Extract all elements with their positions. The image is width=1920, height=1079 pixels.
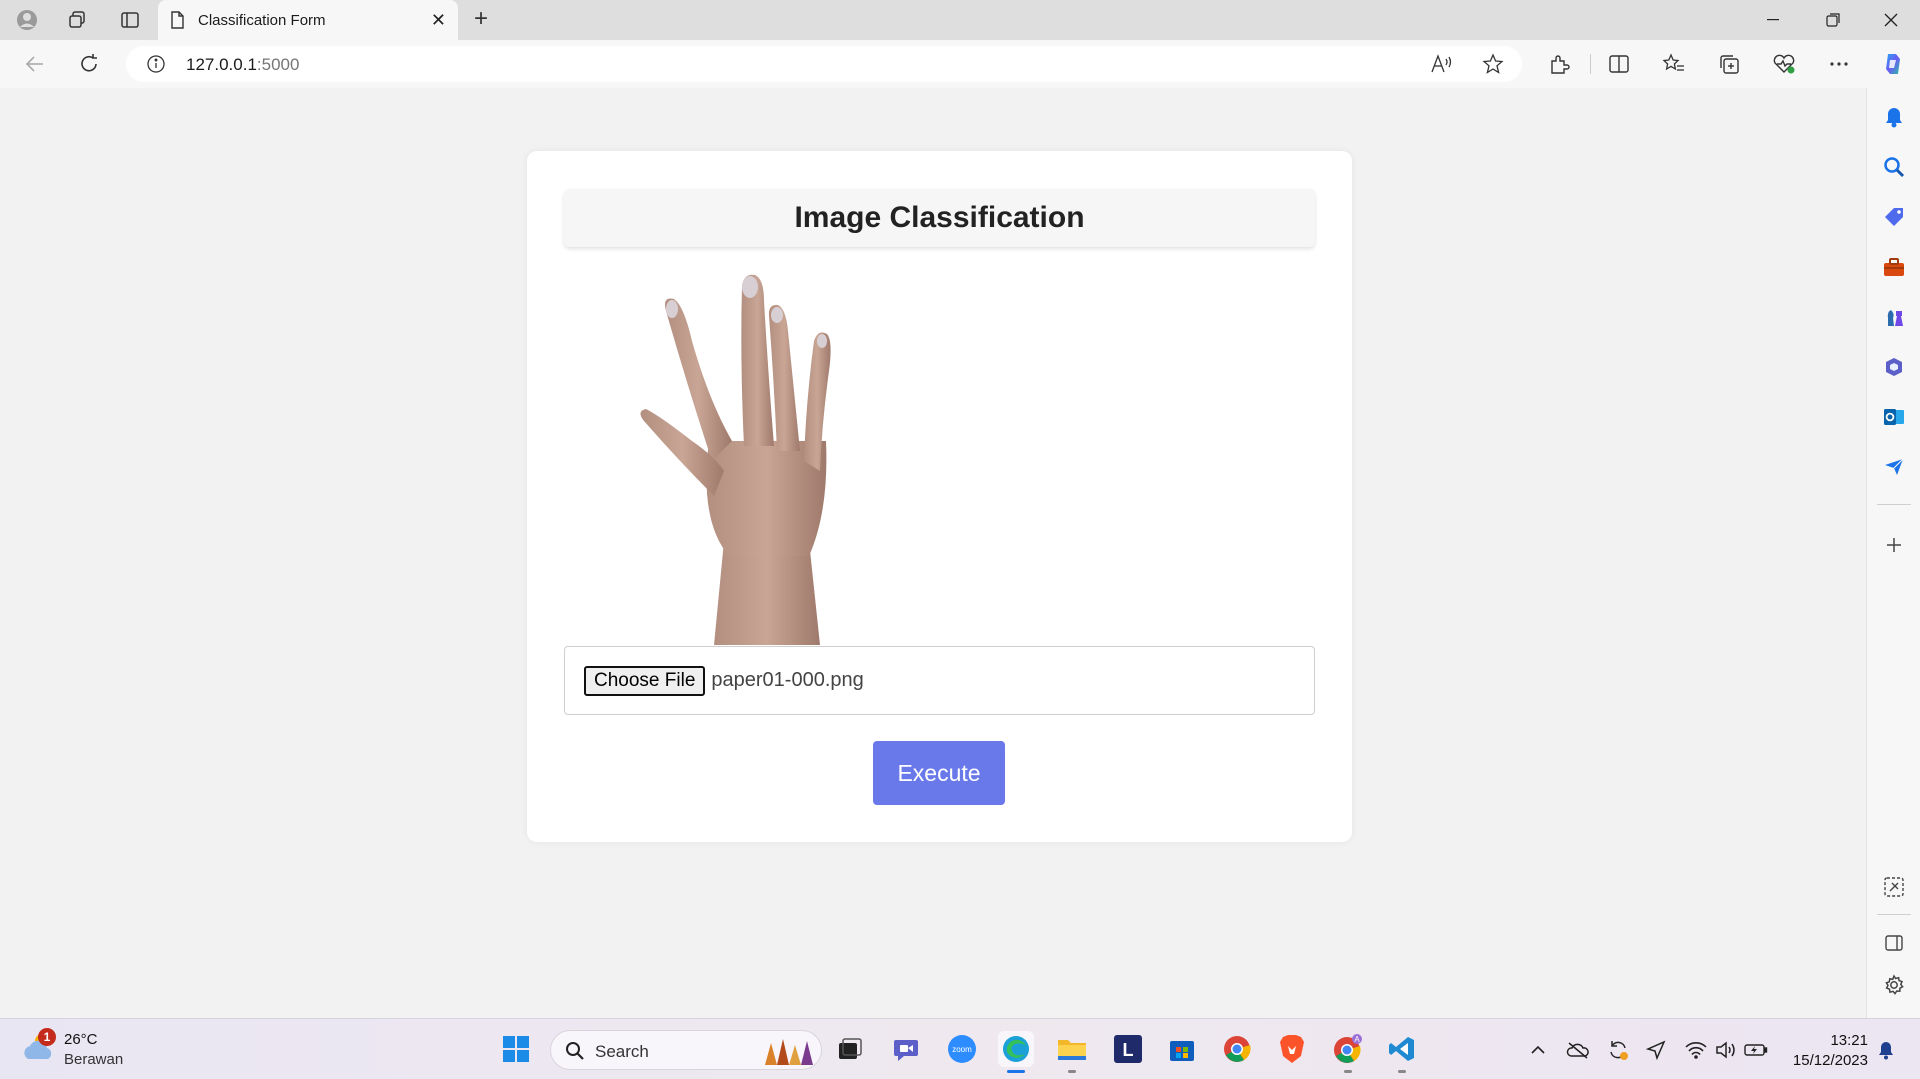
back-button[interactable] bbox=[18, 48, 52, 80]
svg-text:L: L bbox=[1123, 1040, 1134, 1060]
onedrive-offline-icon[interactable] bbox=[1566, 1039, 1590, 1061]
settings-gear-icon[interactable] bbox=[1879, 970, 1909, 1000]
tab-close-icon[interactable]: ✕ bbox=[431, 10, 446, 31]
site-info-icon[interactable] bbox=[146, 54, 166, 79]
running-indicator bbox=[1344, 1070, 1352, 1073]
svg-text:A: A bbox=[1354, 1035, 1360, 1044]
weather-alert-badge: 1 bbox=[38, 1028, 56, 1046]
browser-tab[interactable]: Classification Form ✕ bbox=[158, 0, 458, 40]
selected-file-name: paper01-000.png bbox=[711, 669, 864, 691]
clock-date[interactable]: 15/12/2023 bbox=[1786, 1052, 1868, 1069]
collections-icon[interactable] bbox=[1712, 48, 1746, 80]
favorite-star-icon[interactable] bbox=[1482, 53, 1504, 80]
read-aloud-icon[interactable] bbox=[1430, 53, 1454, 80]
taskbar-search[interactable]: Search bbox=[550, 1030, 822, 1070]
microsoft-store-icon[interactable] bbox=[1164, 1031, 1200, 1067]
active-indicator bbox=[1007, 1070, 1025, 1073]
vscode-icon[interactable] bbox=[1384, 1031, 1420, 1073]
clock-time[interactable]: 13:21 bbox=[1828, 1032, 1868, 1049]
sync-update-icon[interactable] bbox=[1606, 1039, 1630, 1061]
wifi-icon[interactable] bbox=[1684, 1039, 1708, 1061]
split-screen-icon[interactable] bbox=[1602, 48, 1636, 80]
url-host: 127.0.0.1 bbox=[186, 55, 257, 74]
volume-icon[interactable] bbox=[1714, 1039, 1738, 1061]
weather-temperature[interactable]: 26°C bbox=[64, 1031, 98, 1048]
extensions-icon[interactable] bbox=[1542, 48, 1576, 80]
restore-button[interactable] bbox=[1804, 0, 1862, 40]
search-highlight-icon bbox=[765, 1039, 813, 1065]
notifications-bell-icon[interactable] bbox=[1879, 102, 1909, 132]
teams-chat-icon[interactable] bbox=[888, 1031, 924, 1067]
sidebar-divider-bottom bbox=[1877, 914, 1911, 915]
l-app-icon[interactable]: L bbox=[1110, 1031, 1146, 1067]
microsoft-365-icon[interactable] bbox=[1879, 352, 1909, 382]
show-hidden-icons-chevron-icon[interactable] bbox=[1526, 1039, 1550, 1061]
shopping-tag-icon[interactable] bbox=[1879, 202, 1909, 232]
search-icon bbox=[566, 1042, 584, 1060]
send-drop-icon[interactable] bbox=[1879, 452, 1909, 482]
browser-titlebar: Classification Form ✕ + bbox=[0, 0, 1920, 40]
image-preview bbox=[564, 271, 944, 645]
edge-sidebar bbox=[1866, 88, 1920, 1018]
page-viewport: Image Classification Choose File paper01… bbox=[4, 88, 1866, 1018]
close-window-button[interactable] bbox=[1862, 0, 1920, 40]
running-indicator bbox=[1068, 1070, 1076, 1073]
location-arrow-icon[interactable] bbox=[1644, 1039, 1668, 1061]
tab-title: Classification Form bbox=[198, 11, 326, 29]
svg-text:zoom: zoom bbox=[952, 1045, 972, 1054]
workspaces-icon[interactable] bbox=[62, 6, 92, 34]
browser-essentials-icon[interactable] bbox=[1767, 48, 1801, 80]
running-indicator bbox=[1398, 1070, 1406, 1073]
new-tab-button[interactable]: + bbox=[466, 6, 496, 34]
add-sidebar-app-icon[interactable] bbox=[1879, 530, 1909, 560]
execute-button[interactable]: Execute bbox=[873, 741, 1005, 805]
choose-file-button[interactable]: Choose File bbox=[584, 665, 706, 696]
search-label: Search bbox=[595, 1042, 649, 1061]
file-explorer-icon[interactable] bbox=[1054, 1031, 1090, 1073]
outlook-icon[interactable] bbox=[1879, 402, 1909, 432]
windows-start-icon[interactable] bbox=[498, 1031, 534, 1067]
search-sidebar-icon[interactable] bbox=[1879, 152, 1909, 182]
page-title: Image Classification bbox=[794, 201, 1085, 234]
chrome-profile-icon[interactable]: A bbox=[1330, 1031, 1366, 1073]
more-options-icon[interactable] bbox=[1822, 48, 1856, 80]
chrome-icon[interactable] bbox=[1219, 1031, 1255, 1067]
sidebar-divider bbox=[1877, 504, 1911, 505]
hide-sidebar-icon[interactable] bbox=[1879, 928, 1909, 958]
games-chess-icon[interactable] bbox=[1879, 302, 1909, 332]
battery-charging-icon[interactable] bbox=[1744, 1039, 1768, 1061]
edge-browser-icon[interactable] bbox=[998, 1031, 1034, 1073]
card-header: Image Classification bbox=[564, 189, 1315, 247]
task-view-icon[interactable] bbox=[832, 1031, 868, 1067]
file-input[interactable]: Choose File paper01-000.png bbox=[564, 646, 1315, 715]
address-bar[interactable]: 127.0.0.1:5000 bbox=[126, 46, 1522, 82]
url-text[interactable]: 127.0.0.1:5000 bbox=[186, 55, 299, 75]
minimize-button[interactable] bbox=[1744, 0, 1802, 40]
notification-center-bell-icon[interactable] bbox=[1874, 1039, 1898, 1061]
weather-description[interactable]: Berawan bbox=[64, 1051, 123, 1068]
url-port: :5000 bbox=[256, 55, 300, 74]
profile-icon[interactable] bbox=[12, 6, 42, 34]
page-icon bbox=[171, 11, 184, 29]
tab-actions-icon[interactable] bbox=[115, 6, 145, 34]
refresh-button[interactable] bbox=[72, 48, 106, 80]
screenshot-icon[interactable] bbox=[1879, 872, 1909, 902]
browser-toolbar: 127.0.0.1:5000 bbox=[0, 40, 1920, 88]
classification-card: Image Classification Choose File paper01… bbox=[527, 151, 1352, 842]
toolbar-divider bbox=[1590, 54, 1591, 74]
windows-taskbar: 1 26°C Berawan Search zoom L A 13:21 15/… bbox=[0, 1018, 1920, 1079]
tools-briefcase-icon[interactable] bbox=[1879, 252, 1909, 282]
brave-browser-icon[interactable] bbox=[1274, 1031, 1310, 1067]
favorites-icon[interactable] bbox=[1657, 48, 1691, 80]
copilot-icon[interactable] bbox=[1876, 48, 1910, 80]
zoom-app-icon[interactable]: zoom bbox=[944, 1031, 980, 1067]
